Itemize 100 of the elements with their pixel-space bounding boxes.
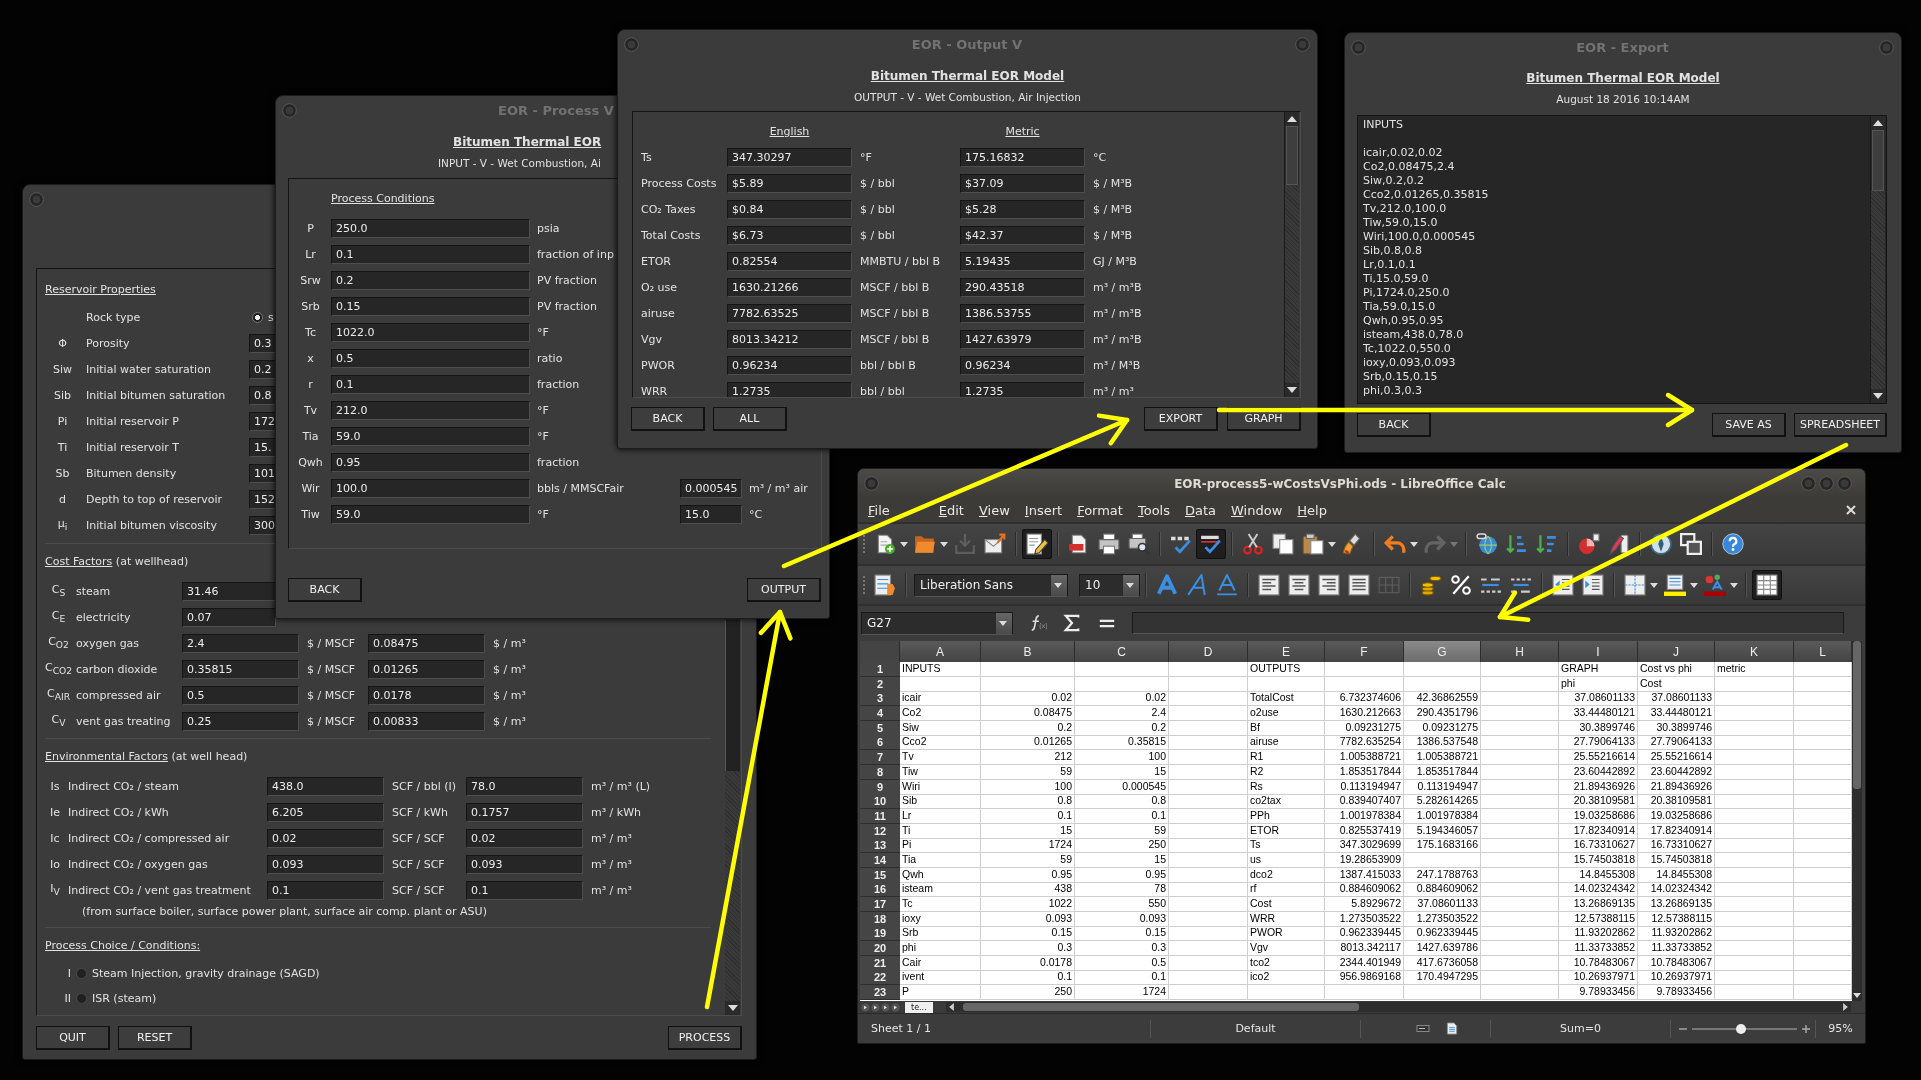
push-button[interactable]: BACK bbox=[1357, 413, 1431, 437]
column-header[interactable]: J bbox=[1638, 641, 1715, 662]
row-header[interactable]: 7 bbox=[860, 750, 900, 766]
scrollbar-thumb[interactable] bbox=[1872, 130, 1884, 191]
column-header[interactable]: C bbox=[1075, 641, 1169, 662]
text-field[interactable]: 0.25 bbox=[182, 711, 299, 731]
text-field[interactable]: 0.1 bbox=[466, 880, 583, 900]
column-header[interactable]: D bbox=[1169, 641, 1248, 662]
text-field[interactable]: 0.1 bbox=[331, 374, 530, 394]
name-box[interactable]: G27 bbox=[861, 611, 1013, 635]
coins-icon[interactable] bbox=[1420, 574, 1442, 596]
text-field[interactable]: 0.01265 bbox=[368, 659, 485, 679]
formula-input[interactable] bbox=[1132, 612, 1844, 634]
text-field[interactable]: 31.46 bbox=[182, 581, 276, 601]
windows-icon[interactable] bbox=[1680, 533, 1702, 555]
text-field[interactable]: 5.19435 bbox=[960, 251, 1085, 271]
text-field[interactable]: 78.0 bbox=[466, 776, 583, 796]
scrollbar-thumb[interactable] bbox=[725, 620, 740, 771]
radio-button[interactable] bbox=[76, 993, 87, 1004]
autospell-icon[interactable] bbox=[1196, 529, 1226, 559]
text-field[interactable]: 1.2735 bbox=[960, 381, 1085, 397]
right-arrow-icon[interactable] bbox=[1843, 1003, 1848, 1011]
row-header[interactable]: 10 bbox=[860, 794, 900, 810]
row-header[interactable]: 4 bbox=[860, 706, 900, 722]
text-field[interactable]: 0.1 bbox=[267, 880, 384, 900]
push-button[interactable]: OUTPUT bbox=[747, 578, 821, 602]
text-field[interactable]: 1427.63979 bbox=[960, 329, 1085, 349]
text-field[interactable]: 0.15 bbox=[331, 296, 530, 316]
column-header[interactable]: K bbox=[1715, 641, 1794, 662]
text-field[interactable]: 0.5 bbox=[182, 685, 299, 705]
sort-descending-icon[interactable] bbox=[1536, 533, 1558, 555]
text-field[interactable]: 0.2 bbox=[331, 270, 530, 290]
align-right-icon[interactable] bbox=[1318, 574, 1340, 596]
text-field[interactable]: 1386.53755 bbox=[960, 303, 1085, 323]
caret-icon[interactable] bbox=[1328, 541, 1336, 547]
row-header[interactable]: 6 bbox=[860, 735, 900, 751]
toolbar-grip-icon[interactable] bbox=[862, 534, 866, 554]
up-arrow-icon[interactable] bbox=[1287, 116, 1297, 122]
justify-icon[interactable] bbox=[1348, 574, 1370, 596]
menu-item[interactable]: Insert bbox=[1024, 502, 1063, 518]
text-field[interactable]: 101 bbox=[249, 463, 276, 483]
row-header[interactable]: 19 bbox=[860, 926, 900, 942]
text-field[interactable]: 0.00833 bbox=[368, 711, 485, 731]
text-field[interactable]: $37.09 bbox=[960, 173, 1085, 193]
bold-icon[interactable] bbox=[1156, 574, 1178, 596]
text-field[interactable]: 0.0178 bbox=[368, 685, 485, 705]
column-header[interactable]: G bbox=[1404, 641, 1481, 662]
scrollbar[interactable] bbox=[1870, 116, 1885, 403]
text-field[interactable]: 100.0 bbox=[331, 478, 530, 498]
toolbar-grip-icon[interactable] bbox=[862, 575, 866, 595]
copy-icon[interactable] bbox=[1272, 533, 1294, 555]
text-field[interactable]: 8013.34212 bbox=[727, 329, 852, 349]
menu-item[interactable]: View bbox=[978, 502, 1010, 518]
caret-icon[interactable] bbox=[1054, 582, 1062, 588]
text-field[interactable]: 0.02 bbox=[267, 828, 384, 848]
radio-button[interactable] bbox=[76, 968, 87, 979]
sheet-nav-icon[interactable] bbox=[881, 1002, 890, 1012]
text-field[interactable]: 0.96234 bbox=[727, 355, 852, 375]
selection-mode-icon[interactable] bbox=[1416, 1022, 1430, 1035]
text-field[interactable]: 0.95 bbox=[331, 452, 530, 472]
row-header[interactable]: 16 bbox=[860, 882, 900, 898]
percent-icon[interactable] bbox=[1450, 574, 1472, 596]
down-arrow-icon[interactable] bbox=[1853, 993, 1861, 998]
text-field[interactable]: 0.3 bbox=[249, 333, 276, 353]
row-header[interactable]: 3 bbox=[860, 691, 900, 707]
caret-icon[interactable] bbox=[900, 541, 908, 547]
text-field[interactable]: 212.0 bbox=[331, 400, 530, 420]
align-left-icon[interactable] bbox=[1258, 574, 1280, 596]
help-icon[interactable] bbox=[1722, 533, 1744, 555]
text-field[interactable]: 0.96234 bbox=[960, 355, 1085, 375]
menu-item[interactable]: Window bbox=[1231, 502, 1283, 518]
menu-item[interactable]: File bbox=[868, 502, 890, 518]
caret-icon[interactable] bbox=[1126, 582, 1134, 588]
equals-icon[interactable] bbox=[1098, 618, 1116, 628]
menu-item[interactable]: Format bbox=[1077, 502, 1123, 518]
push-button[interactable]: BACK bbox=[631, 407, 705, 431]
envelope-icon[interactable] bbox=[984, 533, 1006, 555]
scrollbar-thumb[interactable] bbox=[1853, 641, 1861, 789]
menu-item[interactable]: Tools bbox=[1137, 502, 1170, 518]
column-header[interactable]: A bbox=[900, 641, 981, 662]
row-header[interactable]: 1 bbox=[860, 662, 900, 677]
text-field[interactable]: 15. bbox=[249, 437, 276, 457]
text-field[interactable]: 0.1 bbox=[331, 244, 530, 264]
push-button[interactable]: PROCESS bbox=[668, 1026, 742, 1050]
column-header[interactable]: E bbox=[1248, 641, 1325, 662]
text-field[interactable]: 152 bbox=[249, 489, 276, 509]
increase-indent-icon[interactable] bbox=[1582, 574, 1604, 596]
text-field[interactable]: 0.093 bbox=[267, 854, 384, 874]
text-field[interactable]: 0.5 bbox=[331, 348, 530, 368]
column-header[interactable]: B bbox=[981, 641, 1075, 662]
sum-icon[interactable] bbox=[1063, 614, 1081, 632]
text-field[interactable]: 0.000545 bbox=[680, 478, 742, 498]
text-field[interactable]: 1022.0 bbox=[331, 322, 530, 342]
row-header[interactable]: 23 bbox=[860, 985, 900, 1001]
down-arrow-icon[interactable] bbox=[1287, 387, 1297, 393]
undo-icon[interactable] bbox=[1384, 533, 1406, 555]
gridlines-icon[interactable] bbox=[1752, 570, 1782, 600]
scrollbar[interactable] bbox=[945, 1002, 1851, 1012]
caret-icon[interactable] bbox=[1730, 582, 1738, 588]
sheet-nav-icon[interactable] bbox=[891, 1002, 900, 1012]
